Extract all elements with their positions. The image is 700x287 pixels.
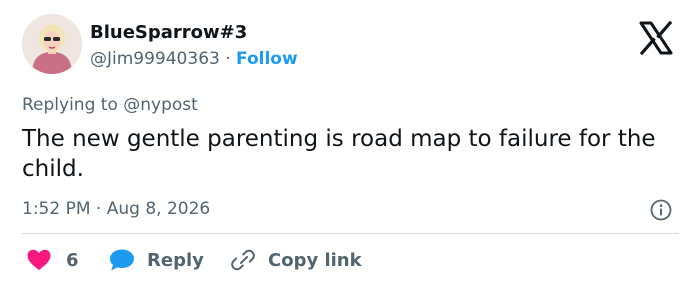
author-meta-row: @Jim99940363 · Follow <box>90 49 298 69</box>
avatar[interactable] <box>22 14 82 74</box>
like-button[interactable]: 6 <box>26 245 79 275</box>
tweet-text: The new gentle parenting is road map to … <box>22 126 656 182</box>
speech-bubble-icon <box>110 249 134 271</box>
avatar-image <box>22 14 82 74</box>
author-handle[interactable]: @Jim99940363 <box>90 49 220 69</box>
reply-label: Reply <box>147 249 204 271</box>
reply-button[interactable]: Reply <box>108 245 204 275</box>
tweet-timestamp[interactable]: 1:52 PM · Aug 8, 2026 <box>22 199 210 219</box>
like-count: 6 <box>66 249 79 271</box>
timestamp-separator: · <box>95 199 102 219</box>
tweet-card: BlueSparrow#3 @Jim99940363 · Follow Repl… <box>0 0 700 287</box>
replying-prefix: Replying to <box>22 95 118 115</box>
divider <box>22 233 679 234</box>
tweet-time: 1:52 PM <box>22 199 91 219</box>
follow-button[interactable]: Follow <box>236 49 298 69</box>
heart-icon <box>27 249 51 270</box>
info-icon[interactable] <box>649 198 673 222</box>
replying-to: Replying to @nypost <box>22 95 198 115</box>
replying-mention[interactable]: @nypost <box>123 95 198 115</box>
tweet-date: Aug 8, 2026 <box>106 199 211 219</box>
author-display-name[interactable]: BlueSparrow#3 <box>90 22 247 43</box>
copy-link-label: Copy link <box>268 249 362 271</box>
x-logo-icon[interactable] <box>636 20 676 56</box>
meta-separator: · <box>225 49 231 69</box>
copy-link-button[interactable]: Copy link <box>230 245 362 275</box>
link-icon <box>231 249 255 271</box>
